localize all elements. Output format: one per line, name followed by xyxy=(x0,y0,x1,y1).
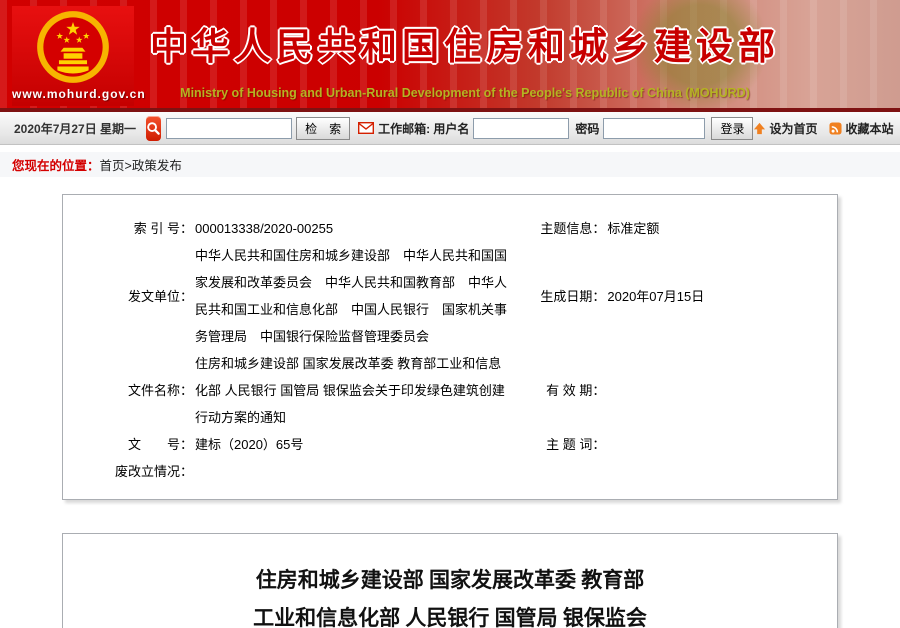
issue-date-label: 生成日期： xyxy=(509,283,605,310)
site-subtitle: Ministry of Housing and Urban-Rural Deve… xyxy=(140,86,790,100)
doc-number-value: 建标（2020）65号 xyxy=(193,431,509,458)
set-home-link[interactable]: 设为首页 xyxy=(753,120,817,137)
favorite-label: 收藏本站 xyxy=(845,120,893,137)
site-title: 中华人民共和国住房和城乡建设部 xyxy=(140,16,790,70)
info-row: 废改立情况： xyxy=(91,458,825,485)
issue-date-value: 2020年07月15日 xyxy=(605,283,825,310)
date-text: 2020年7月27日 星期一 xyxy=(14,120,136,137)
breadcrumb-path[interactable]: 首页>政策发布 xyxy=(100,155,182,174)
index-number-value: 000013338/2020-00255 xyxy=(193,215,509,242)
file-name-value: 住房和城乡建设部 国家发展改革委 教育部工业和信息化部 人民银行 国管局 银保监… xyxy=(193,350,509,431)
mail-username-label: 工作邮箱: 用户名 xyxy=(378,120,469,137)
national-emblem-icon xyxy=(34,8,112,86)
breadcrumb: 您现在的位置： 首页>政策发布 xyxy=(0,152,900,177)
issuing-unit-value: 中华人民共和国住房和城乡建设部 中华人民共和国国家发展和改革委员会 中华人民共和… xyxy=(193,242,509,350)
document-title-box: 住房和城乡建设部 国家发展改革委 教育部 工业和信息化部 人民银行 国管局 银保… xyxy=(62,533,838,628)
search-button[interactable]: 检 索 xyxy=(296,117,350,140)
document-title: 住房和城乡建设部 国家发展改革委 教育部 工业和信息化部 人民银行 国管局 银保… xyxy=(63,561,837,628)
validity-label: 有 效 期： xyxy=(509,377,605,404)
topic-info-value: 标准定额 xyxy=(605,215,825,242)
search-icon xyxy=(146,116,161,141)
password-input[interactable] xyxy=(603,118,705,139)
login-button[interactable]: 登录 xyxy=(711,117,753,140)
site-url: www.mohurd.gov.cn xyxy=(12,87,134,101)
info-row: 索 引 号：000013338/2020-00255 主题信息：标准定额 xyxy=(91,215,825,242)
set-home-label: 设为首页 xyxy=(769,120,817,137)
site-title-block: 中华人民共和国住房和城乡建设部 Ministry of Housing and … xyxy=(140,16,790,100)
username-input[interactable] xyxy=(473,118,569,139)
breadcrumb-prefix: 您现在的位置： xyxy=(12,155,100,174)
national-emblem-block: www.mohurd.gov.cn xyxy=(12,6,134,106)
repeal-status-label: 废改立情况： xyxy=(91,458,193,485)
breadcrumb-gap xyxy=(0,145,900,152)
info-row: 文件名称：住房和城乡建设部 国家发展改革委 教育部工业和信息化部 人民银行 国管… xyxy=(91,350,825,431)
search-input[interactable] xyxy=(166,118,292,139)
mail-icon xyxy=(358,122,374,134)
keywords-label: 主 题 词： xyxy=(509,431,605,458)
document-title-line: 住房和城乡建设部 国家发展改革委 教育部 xyxy=(63,561,837,599)
topic-info-label: 主题信息： xyxy=(509,215,605,242)
issuing-unit-label: 发文单位： xyxy=(91,283,193,310)
bookmark-feed-icon xyxy=(829,122,842,135)
document-title-line: 工业和信息化部 人民银行 国管局 银保监会 xyxy=(63,599,837,628)
toolbar: 2020年7月27日 星期一 检 索 工作邮箱: 用户名 密码 登录 设为首页 … xyxy=(0,112,900,145)
site-header: www.mohurd.gov.cn 中华人民共和国住房和城乡建设部 Minist… xyxy=(0,0,900,112)
info-row: 文 号：建标（2020）65号 主 题 词： xyxy=(91,431,825,458)
info-row: 发文单位：中华人民共和国住房和城乡建设部 中华人民共和国国家发展和改革委员会 中… xyxy=(91,242,825,350)
password-label: 密码 xyxy=(575,120,599,137)
favorite-link[interactable]: 收藏本站 xyxy=(829,120,893,137)
file-name-label: 文件名称： xyxy=(91,377,193,404)
doc-number-label: 文 号： xyxy=(91,431,193,458)
home-arrow-icon xyxy=(753,122,766,135)
document-info-box: 索 引 号：000013338/2020-00255 主题信息：标准定额 发文单… xyxy=(62,194,838,500)
index-number-label: 索 引 号： xyxy=(91,215,193,242)
